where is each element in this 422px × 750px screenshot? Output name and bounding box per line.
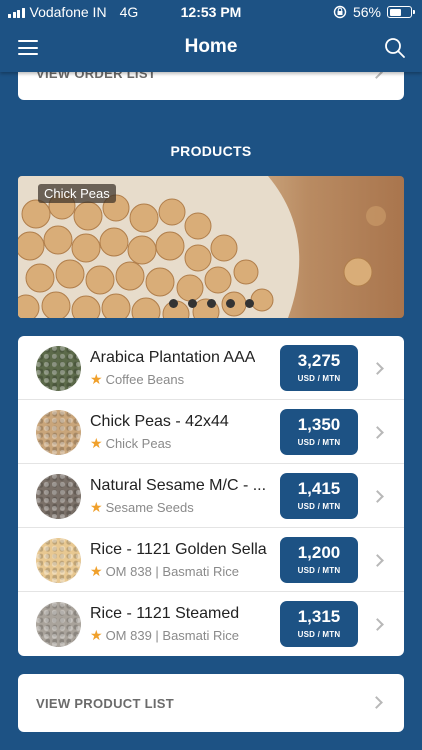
battery-percent: 56% (352, 4, 381, 20)
price-value: 1,350 (297, 415, 341, 434)
nav-bar: Home (0, 24, 422, 72)
list-item[interactable]: Rice - 1121 Golden Sella ★ OM 838 | Basma… (18, 528, 404, 592)
star-icon: ★ (90, 435, 103, 451)
status-bar: Vodafone IN 4G 12:53 PM 56% (0, 0, 422, 24)
product-category: ★ Coffee Beans (90, 371, 184, 388)
price-badge: 1,350 USD / MTN (280, 409, 358, 455)
star-icon: ★ (90, 371, 103, 387)
search-icon[interactable] (384, 37, 406, 59)
page-title: Home (184, 36, 238, 57)
carousel-dot[interactable] (168, 299, 178, 308)
product-list: Arabica Plantation AAA ★ Coffee Beans 3,2… (18, 336, 404, 656)
chevron-right-icon (370, 696, 383, 709)
product-category: ★ OM 839 | Basmati Rice (90, 627, 239, 644)
carousel-dot[interactable] (225, 299, 235, 308)
carousel-dot[interactable] (187, 299, 197, 308)
product-thumbnail (36, 474, 81, 519)
price-unit: USD / MTN (297, 630, 341, 639)
product-thumbnail (36, 346, 81, 391)
product-name: Rice - 1121 Steamed (90, 605, 240, 622)
star-icon: ★ (90, 563, 103, 579)
carousel-caption: Chick Peas (38, 184, 116, 203)
list-item[interactable]: Arabica Plantation AAA ★ Coffee Beans 3,2… (18, 336, 404, 400)
chevron-right-icon (371, 426, 384, 439)
category-label: OM 838 | Basmati Rice (105, 564, 239, 579)
carousel-dot[interactable] (206, 299, 216, 308)
carousel-pagination[interactable] (18, 299, 404, 308)
list-item[interactable]: Rice - 1121 Steamed ★ OM 839 | Basmati Ri… (18, 592, 404, 656)
price-badge: 1,200 USD / MTN (280, 537, 358, 583)
price-badge: 3,275 USD / MTN (280, 345, 358, 391)
chevron-right-icon (371, 490, 384, 503)
list-item[interactable]: Chick Peas - 42x44 ★ Chick Peas 1,350 USD … (18, 400, 404, 464)
product-name: Chick Peas - 42x44 (90, 413, 229, 430)
price-value: 3,275 (297, 351, 341, 370)
view-product-list-label: VIEW PRODUCT LIST (36, 696, 174, 711)
chevron-right-icon (371, 618, 384, 631)
chevron-right-icon (371, 554, 384, 567)
category-label: OM 839 | Basmati Rice (105, 628, 239, 643)
price-value: 1,415 (297, 479, 341, 498)
view-product-list-card[interactable]: VIEW PRODUCT LIST (18, 674, 404, 732)
price-unit: USD / MTN (297, 438, 341, 447)
battery-icon (387, 6, 415, 18)
price-value: 1,200 (297, 543, 341, 562)
product-name: Natural Sesame M/C - ... (90, 477, 267, 494)
category-label: Sesame Seeds (105, 500, 194, 515)
price-unit: USD / MTN (297, 374, 341, 383)
product-category: ★ Chick Peas (90, 435, 171, 452)
price-badge: 1,315 USD / MTN (280, 601, 358, 647)
chevron-right-icon (371, 362, 384, 375)
product-name: Rice - 1121 Golden Sella (90, 541, 267, 558)
price-badge: 1,415 USD / MTN (280, 473, 358, 519)
product-thumbnail (36, 602, 81, 647)
star-icon: ★ (90, 627, 103, 643)
product-name: Arabica Plantation AAA (90, 349, 256, 366)
price-value: 1,315 (297, 607, 341, 626)
rotation-lock-icon (333, 5, 347, 19)
product-category: ★ OM 838 | Basmati Rice (90, 563, 239, 580)
product-carousel[interactable]: Chick Peas (18, 176, 404, 318)
product-category: ★ Sesame Seeds (90, 499, 194, 516)
star-icon: ★ (90, 499, 103, 515)
list-item[interactable]: Natural Sesame M/C - ... ★ Sesame Seeds 1… (18, 464, 404, 528)
status-right: 56% (333, 4, 415, 20)
price-unit: USD / MTN (297, 566, 341, 575)
products-heading: PRODUCTS (170, 143, 252, 159)
category-label: Chick Peas (105, 436, 172, 451)
battery-level (389, 8, 401, 16)
product-thumbnail (36, 538, 81, 583)
category-label: Coffee Beans (105, 372, 185, 387)
price-unit: USD / MTN (297, 502, 341, 511)
carousel-dot[interactable] (244, 299, 254, 308)
product-thumbnail (36, 410, 81, 455)
